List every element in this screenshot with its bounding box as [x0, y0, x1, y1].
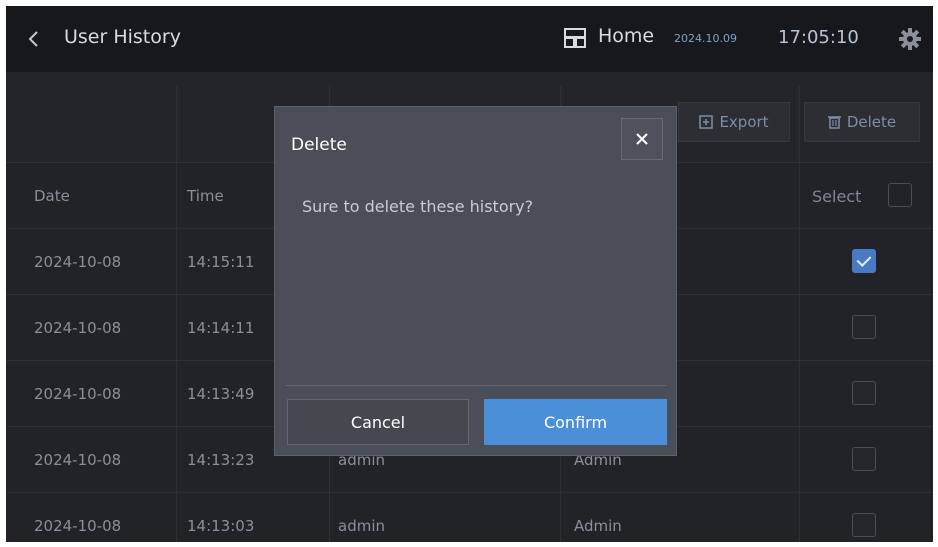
- row-time: 14:14:11: [187, 319, 255, 337]
- export-icon: [699, 115, 714, 129]
- row-user: admin: [338, 517, 385, 535]
- row-role: Admin: [574, 517, 622, 535]
- header-bar: User History Home 2024.10.09 17:05:10: [6, 6, 933, 72]
- confirm-button[interactable]: Confirm: [484, 399, 667, 445]
- row-date: 2024-10-08: [34, 319, 122, 337]
- user-history-screen: User History Home 2024.10.09 17:05:10 Ex…: [6, 6, 933, 542]
- row-date: 2024-10-08: [34, 517, 122, 535]
- delete-dialog: Delete Sure to delete these history? Can…: [274, 106, 677, 456]
- close-icon: [636, 133, 648, 145]
- dialog-divider: [285, 385, 667, 386]
- row-time: 14:15:11: [187, 253, 255, 271]
- dialog-message: Sure to delete these history?: [302, 197, 534, 216]
- home-label[interactable]: Home: [598, 25, 654, 47]
- trash-icon: [827, 116, 841, 129]
- row-date: 2024-10-08: [34, 451, 122, 469]
- row-time: 14:13:49: [187, 385, 255, 403]
- dialog-title: Delete: [291, 135, 347, 155]
- row-date: 2024-10-08: [34, 385, 122, 403]
- column-header-select: Select: [812, 186, 862, 206]
- close-button[interactable]: [621, 118, 663, 160]
- row-checkbox[interactable]: [852, 315, 876, 339]
- cancel-button[interactable]: Cancel: [287, 399, 469, 445]
- column-header-time: Time: [187, 187, 224, 205]
- row-time: 14:13:23: [187, 451, 255, 469]
- table-row[interactable]: 2024-10-08 14:13:03 admin Admin: [6, 492, 933, 542]
- home-icon[interactable]: [564, 28, 586, 48]
- date-display: 2024.10.09: [674, 32, 737, 45]
- row-date: 2024-10-08: [34, 253, 122, 271]
- page-title: User History: [64, 26, 181, 48]
- gear-icon[interactable]: [899, 28, 921, 50]
- export-button[interactable]: Export: [678, 102, 790, 142]
- row-checkbox[interactable]: [852, 447, 876, 471]
- column-header-date: Date: [34, 187, 70, 205]
- clock-display: 17:05:10: [778, 27, 859, 48]
- select-all-checkbox[interactable]: [888, 183, 912, 207]
- row-time: 14:13:03: [187, 517, 255, 535]
- delete-label: Delete: [846, 113, 897, 131]
- export-label: Export: [719, 113, 769, 131]
- row-checkbox[interactable]: [852, 249, 876, 273]
- row-checkbox[interactable]: [852, 513, 876, 537]
- chevron-left-icon[interactable]: [24, 28, 44, 50]
- delete-button[interactable]: Delete: [804, 102, 920, 142]
- row-checkbox[interactable]: [852, 381, 876, 405]
